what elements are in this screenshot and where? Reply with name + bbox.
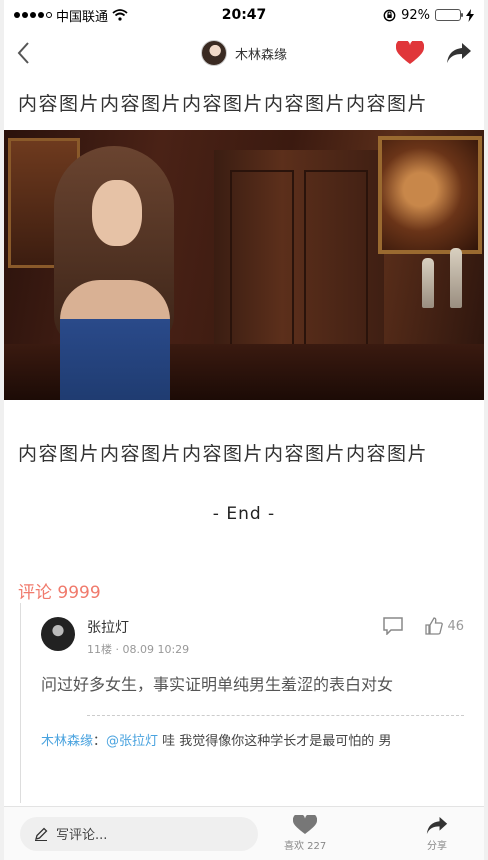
author-avatar[interactable] — [200, 40, 227, 66]
reply-mention[interactable]: @张拉灯 — [106, 734, 158, 749]
share-label: 分享 — [427, 840, 447, 852]
reply-text: 哇 我觉得像你这种学长才是最可怕的 男 — [158, 734, 392, 749]
comment-header: 张拉灯 11楼 · 08.09 10:29 — [87, 617, 189, 657]
comment-like-count: 46 — [447, 618, 464, 634]
article-photo — [4, 130, 484, 400]
commenter-name[interactable]: 张拉灯 — [87, 617, 189, 637]
article-text-top: 内容图片内容图片内容图片内容图片内容图片 — [18, 93, 429, 115]
like-label: 喜欢 227 — [284, 841, 327, 852]
article-end: - End - — [212, 504, 276, 524]
photo-figure-face — [92, 180, 142, 246]
status-right: 92% — [383, 8, 474, 23]
comment-text: 问过好多女生，事实证明单纯男生羞涩的表白对女 — [41, 675, 394, 694]
bottom-bar: 写评论... 喜欢 227 分享 — [4, 806, 484, 860]
comment-body: 张拉灯 11楼 · 08.09 10:29 46 问过好多女生，事实证明单纯男生… — [41, 617, 464, 754]
battery-percent: 92% — [401, 7, 430, 23]
share-icon[interactable] — [446, 42, 472, 64]
nav-bar: 木林森缘 — [4, 30, 484, 76]
share-button[interactable]: 分享 — [426, 816, 448, 852]
charging-icon — [466, 8, 474, 22]
status-left: 中国联通 — [14, 6, 128, 25]
comment-meta: 11楼 · 08.09 10:29 — [87, 643, 190, 656]
author-name[interactable]: 木林森缘 — [235, 44, 287, 63]
reply-icon[interactable] — [383, 617, 404, 635]
comment-like[interactable]: 46 — [425, 617, 464, 635]
like-button[interactable]: 喜欢 227 — [284, 815, 326, 852]
share-icon — [426, 816, 448, 834]
reply-author[interactable]: 木林森缘 — [41, 734, 93, 749]
heart-icon[interactable] — [396, 41, 424, 65]
app-screen: 中国联通 20:47 92% 木林森缘 内容图片内容图片内容图片内容图片内容图片 — [4, 0, 484, 860]
photo-bottle — [422, 258, 434, 308]
commenter-avatar[interactable] — [41, 617, 75, 651]
status-bar: 中国联通 20:47 92% — [4, 0, 484, 30]
status-time: 20:47 — [221, 7, 267, 23]
author-info[interactable]: 木林森缘 — [200, 40, 287, 66]
signal-icon — [14, 12, 52, 18]
wifi-icon — [112, 9, 128, 21]
photo-bottle — [450, 248, 462, 308]
rotation-lock-icon — [383, 9, 396, 21]
comment-reply: 木林森缘：@张拉灯 哇 我觉得像你这种学长才是最可怕的 男 — [41, 730, 464, 754]
back-icon[interactable] — [16, 41, 30, 65]
photo-painting-right — [378, 136, 482, 254]
reply-separator: ： — [93, 734, 107, 749]
article-text-bottom: 内容图片内容图片内容图片内容图片内容图片 — [18, 443, 429, 465]
photo-figure-dress — [60, 280, 170, 400]
comment-list: 张拉灯 11楼 · 08.09 10:29 46 问过好多女生，事实证明单纯男生… — [20, 603, 484, 803]
write-comment-input[interactable]: 写评论... — [20, 816, 258, 851]
write-comment-placeholder: 写评论... — [56, 828, 108, 843]
comment-item: 张拉灯 11楼 · 08.09 10:29 46 问过好多女生，事实证明单纯男生… — [41, 617, 464, 754]
carrier-label: 中国联通 — [56, 9, 109, 25]
comments-header: 评论 9999 — [18, 583, 101, 603]
comment-top: 张拉灯 11楼 · 08.09 10:29 46 — [87, 617, 464, 657]
reply-divider — [87, 715, 464, 716]
comment-actions: 46 — [383, 617, 464, 635]
thumbs-up-icon[interactable] — [425, 617, 444, 635]
battery-icon — [435, 9, 463, 21]
heart-outline-icon — [293, 815, 318, 834]
nav-actions — [396, 41, 472, 65]
pencil-icon — [35, 827, 48, 841]
